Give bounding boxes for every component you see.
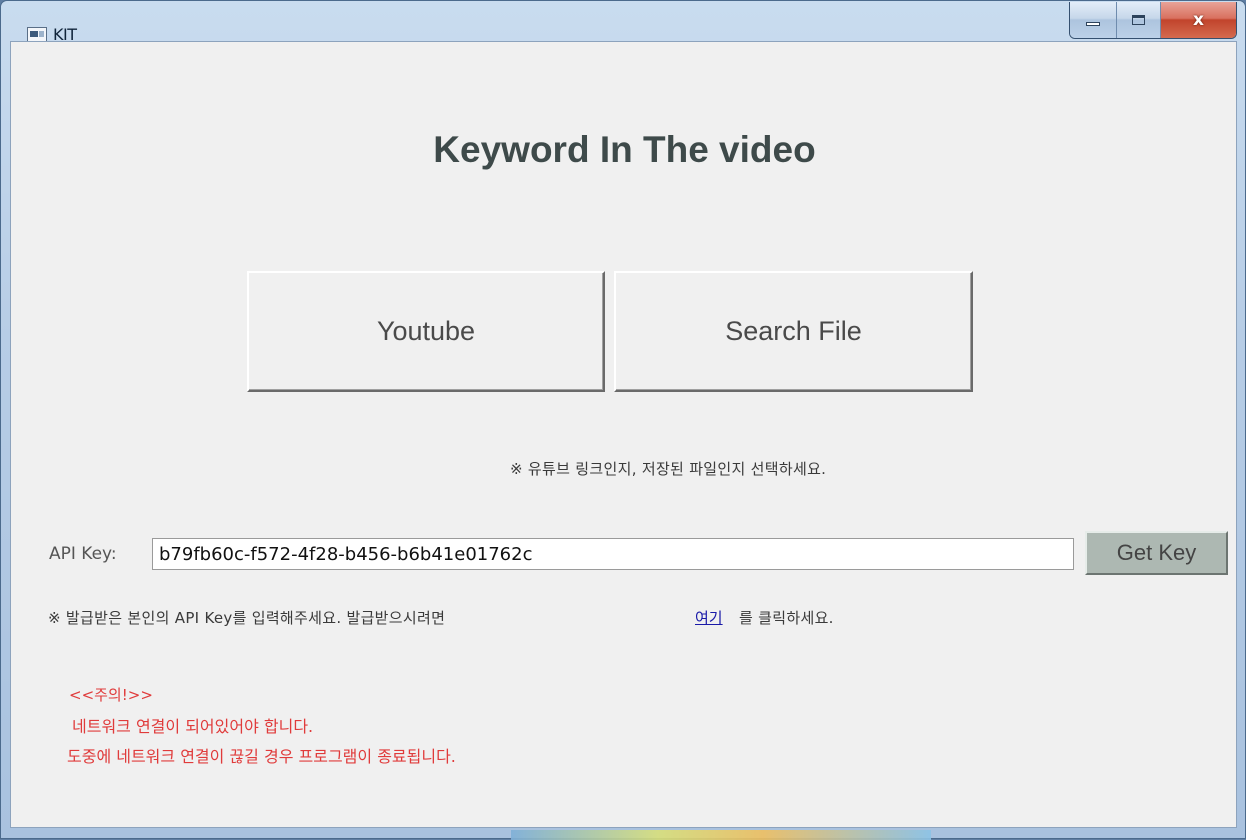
window-controls: x [1069,2,1237,39]
app-window-icon[interactable] [27,27,47,42]
title-bar[interactable]: KIT x [1,1,1245,44]
api-key-link[interactable]: 여기 [695,607,723,628]
maximize-icon [1132,15,1145,25]
youtube-button[interactable]: Youtube [247,271,605,392]
warning-title: <<주의!>> [69,686,153,704]
warning-line-1: 네트워크 연결이 되어있어야 합니다. [72,717,314,736]
get-key-button[interactable]: Get Key [1085,531,1228,575]
api-key-hint: ※ 발급받은 본인의 API Key를 입력해주세요. 발급받으시려면 [48,609,446,627]
search-file-button[interactable]: Search File [614,271,973,392]
minimize-button[interactable] [1070,2,1116,38]
client-area: Keyword In The video Youtube Search File… [10,41,1237,828]
close-icon: x [1193,10,1204,30]
warning-line-2: 도중에 네트워크 연결이 끊길 경우 프로그램이 종료됩니다. [67,747,456,766]
source-select-hint: ※ 유튜브 링크인지, 저장된 파일인지 선택하세요. [510,460,827,478]
api-key-hint-suffix: 를 클릭하세요. [739,609,834,627]
app-window: KIT x Keyword In The video Youtube Searc… [0,0,1246,840]
api-key-label: API Key: [49,544,117,564]
page-title: Keyword In The video [433,129,816,170]
maximize-button[interactable] [1116,2,1160,38]
api-key-input[interactable] [152,538,1074,570]
close-button[interactable]: x [1160,2,1236,38]
minimize-icon [1086,22,1100,26]
